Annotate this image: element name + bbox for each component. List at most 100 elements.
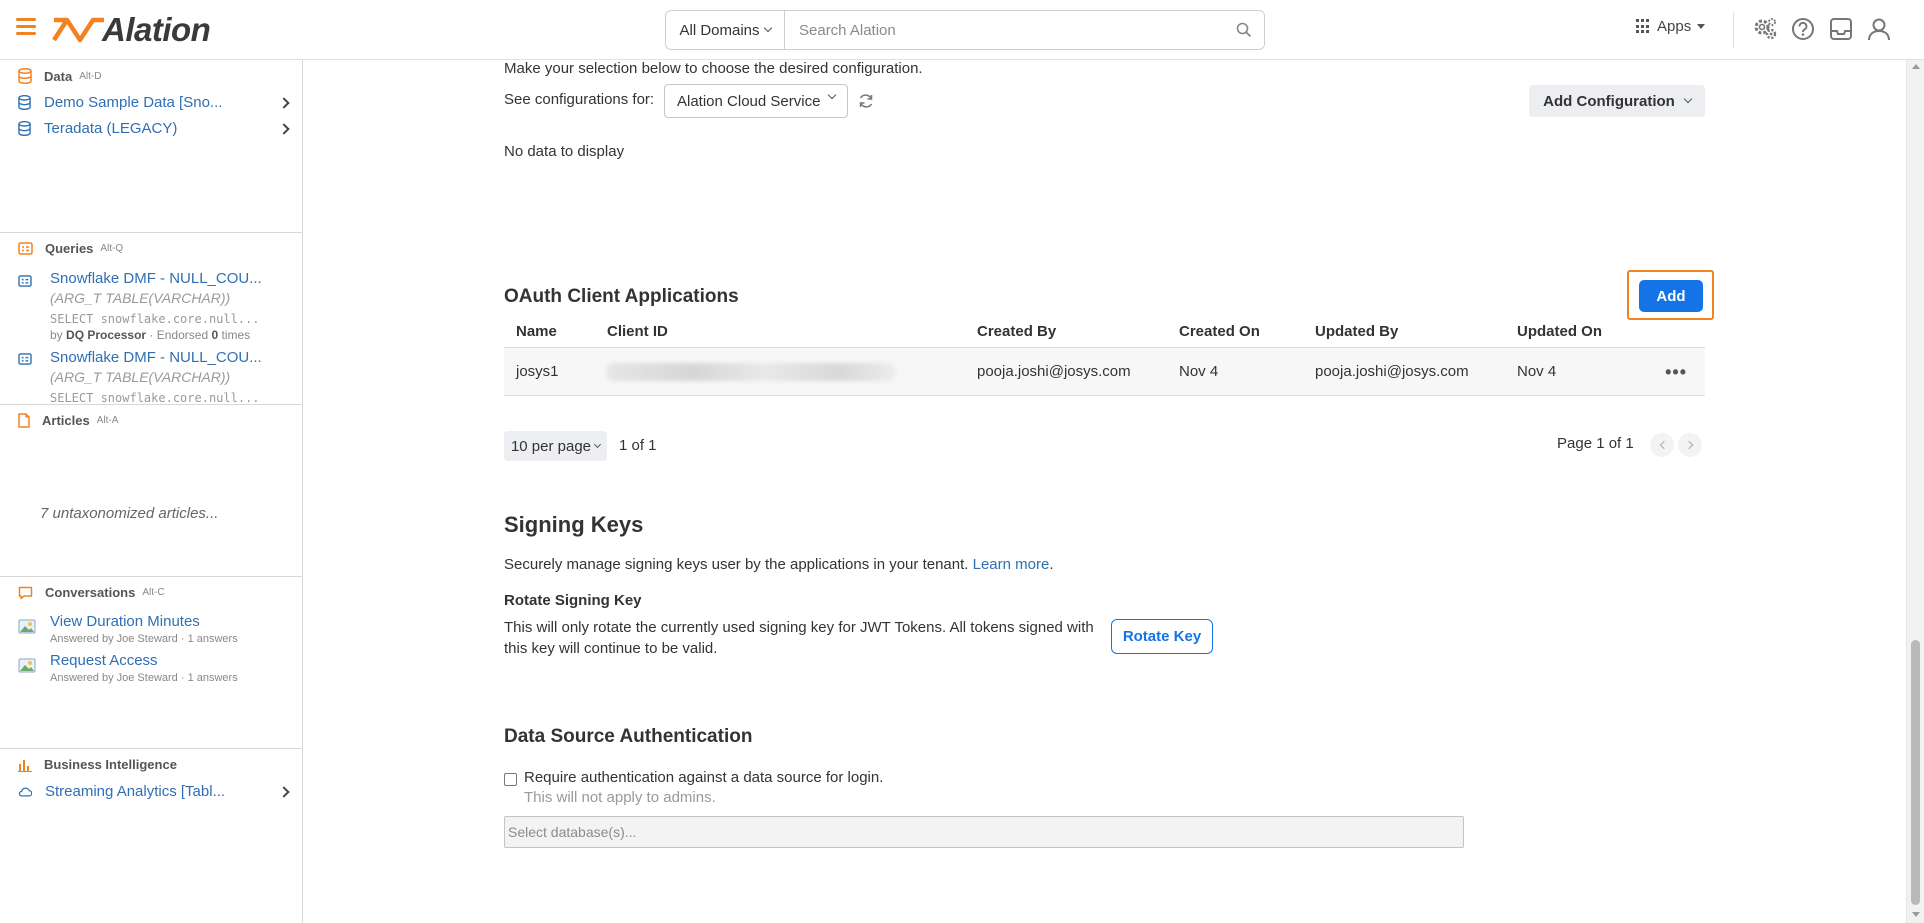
sidebar-item-label: Streaming Analytics [Tabl... [45, 783, 226, 800]
rotate-signing-key-description: This will only rotate the currently used… [504, 619, 1094, 657]
oauth-clients-table: Name Client ID Created By Created On Upd… [504, 320, 1705, 396]
scroll-down-arrow-icon[interactable] [1912, 912, 1920, 917]
column-header-created-on[interactable]: Created On [1179, 323, 1260, 340]
column-header-created-by[interactable]: Created By [977, 323, 1056, 340]
search-bar: All Domains [665, 10, 1265, 50]
per-page-value: 10 per page [510, 437, 592, 455]
cell-updated-on: Nov 4 [1517, 363, 1557, 380]
inbox-icon[interactable] [1828, 16, 1854, 42]
help-icon[interactable] [1790, 16, 1816, 42]
sidebar-item-teradata[interactable]: Teradata (LEGACY) [18, 120, 296, 137]
apps-grid-icon [1636, 19, 1651, 34]
sidebar-section-bi: Business Intelligence Streaming Analytic… [0, 749, 302, 923]
query-title-link[interactable]: Snowflake DMF - NULL_COU... [50, 270, 262, 287]
sidebar-section-articles: Articles Alt-A 7 untaxonomized articles.… [0, 405, 302, 577]
section-header-data[interactable]: Data Alt-D [18, 68, 101, 84]
section-title: Queries [45, 241, 94, 256]
conversation-thumbnail-icon [18, 619, 36, 634]
next-page-button[interactable] [1678, 433, 1702, 457]
section-header-queries[interactable]: Queries Alt-Q [18, 241, 123, 256]
query-code-preview: SELECT snowflake.core.null... [50, 312, 260, 326]
sidebar-item-label: Teradata (LEGACY) [44, 120, 178, 137]
chevron-down-icon [827, 90, 837, 100]
chevron-right-icon [1684, 440, 1693, 450]
alation-logo[interactable]: Alation [50, 11, 211, 49]
meta-author: DQ Processor [66, 328, 147, 342]
no-data-message: No data to display [504, 143, 625, 160]
articles-empty-label: 7 untaxonomized articles... [40, 505, 219, 522]
cloud-icon [18, 787, 32, 797]
add-configuration-button[interactable]: Add Configuration [1529, 85, 1705, 117]
sidebar-section-data: Data Alt-D Demo Sample Data [Sno... Tera… [0, 60, 302, 233]
query-meta: by DQ Processor · Endorsed 0 times [50, 328, 250, 342]
domain-select[interactable]: All Domains [666, 11, 785, 49]
column-header-client-id[interactable]: Client ID [607, 323, 668, 340]
add-oauth-client-button[interactable]: Add [1639, 280, 1703, 312]
select-database-input[interactable] [504, 816, 1464, 848]
column-header-updated-on[interactable]: Updated On [1517, 323, 1602, 340]
query-title-link[interactable]: Snowflake DMF - NULL_COU... [50, 349, 262, 366]
section-title: Business Intelligence [44, 757, 177, 772]
search-icon[interactable] [1224, 22, 1264, 38]
previous-page-button[interactable] [1650, 433, 1674, 457]
meta-endorse-count: 0 [211, 328, 219, 342]
result-count: 1 of 1 [619, 437, 657, 454]
scroll-up-arrow-icon[interactable] [1912, 64, 1920, 69]
configuration-select-value: Alation Cloud Service [677, 92, 821, 110]
admin-settings-icon[interactable] [1752, 16, 1778, 42]
shortcut-label: Alt-A [96, 415, 119, 426]
refresh-icon[interactable] [857, 92, 875, 110]
search-input[interactable] [785, 11, 1224, 49]
column-header-updated-by[interactable]: Updated By [1315, 323, 1398, 340]
query-icon [18, 275, 32, 287]
client-id-redacted [606, 363, 896, 381]
table-row[interactable]: josys1 pooja.joshi@josys.com Nov 4 pooja… [504, 348, 1705, 396]
section-header-conversations[interactable]: Conversations Alt-C [18, 585, 165, 600]
cell-name: josys1 [516, 363, 559, 380]
sidebar: Data Alt-D Demo Sample Data [Sno... Tera… [0, 60, 303, 923]
caret-down-icon [1697, 24, 1706, 29]
require-auth-label[interactable]: Require authentication against a data so… [524, 769, 883, 786]
configuration-select[interactable]: Alation Cloud Service [664, 84, 848, 118]
conversation-title-link[interactable]: Request Access [50, 652, 158, 669]
divider [1733, 12, 1734, 48]
table-header: Name Client ID Created By Created On Upd… [504, 320, 1705, 348]
database-icon [18, 121, 31, 136]
section-title: Data [44, 68, 73, 84]
database-icon [18, 95, 31, 110]
chevron-down-icon [593, 440, 602, 448]
chevron-right-icon[interactable] [278, 785, 290, 798]
add-configuration-label: Add Configuration [1543, 92, 1675, 110]
user-icon[interactable] [1866, 16, 1892, 42]
sidebar-section-queries: Queries Alt-Q Snowflake DMF - NULL_COU..… [0, 233, 302, 405]
row-more-options-icon[interactable]: ••• [1665, 362, 1687, 383]
chevron-right-icon[interactable] [278, 96, 290, 109]
hamburger-menu-icon[interactable] [16, 18, 36, 36]
section-header-articles[interactable]: Articles Alt-A [18, 413, 118, 428]
section-title: Conversations [45, 585, 136, 600]
rotate-key-button[interactable]: Rotate Key [1111, 619, 1213, 654]
apps-menu[interactable]: Apps [1636, 18, 1706, 35]
logo-text: Alation [102, 11, 211, 48]
articles-empty-text[interactable]: 7 untaxonomized articles... [40, 505, 218, 522]
learn-more-link[interactable]: Learn more [973, 556, 1050, 573]
chevron-left-icon [1659, 440, 1668, 450]
column-header-name[interactable]: Name [516, 323, 557, 340]
sidebar-item-demo-sample-data[interactable]: Demo Sample Data [Sno... [18, 94, 296, 111]
sidebar-item-streaming-analytics[interactable]: Streaming Analytics [Tabl... [18, 783, 296, 800]
require-auth-checkbox[interactable] [504, 773, 517, 786]
section-header-bi[interactable]: Business Intelligence [18, 757, 177, 772]
per-page-select[interactable]: 10 per page [504, 431, 607, 461]
rotate-signing-key-title: Rotate Signing Key [504, 592, 642, 609]
config-intro-text: Make your selection below to choose the … [504, 60, 923, 77]
data-source-auth-title: Data Source Authentication [504, 726, 753, 747]
conversation-title-link[interactable]: View Duration Minutes [50, 613, 200, 630]
meta-times: times [221, 328, 251, 342]
database-icon [18, 68, 32, 84]
main-scrollbar[interactable] [1906, 60, 1924, 923]
chevron-right-icon[interactable] [278, 122, 290, 135]
scrollbar-thumb[interactable] [1911, 640, 1920, 905]
signing-keys-description: Securely manage signing keys user by the… [504, 556, 1054, 573]
query-icon [18, 353, 32, 365]
conversation-meta: Answered by Joe Steward · 1 answers [50, 672, 238, 684]
